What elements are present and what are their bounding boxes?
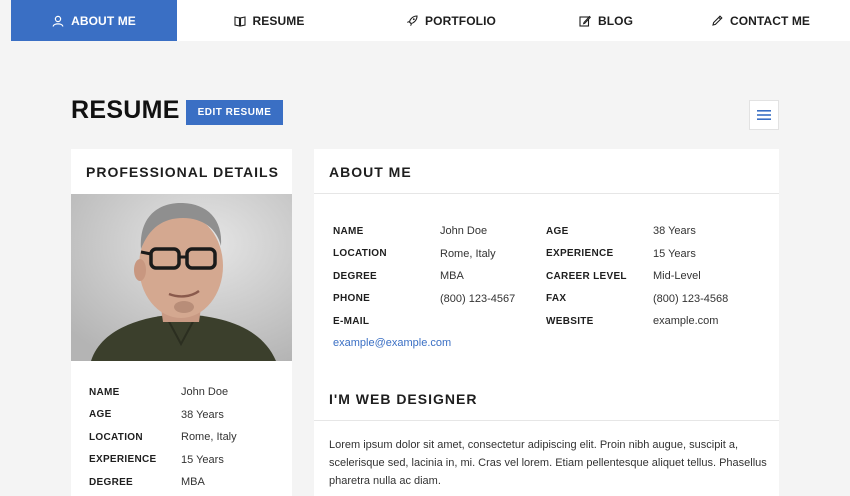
nav-item-portfolio[interactable]: PORTFOLIO <box>361 0 541 41</box>
detail-value: Mid-Level <box>653 270 701 283</box>
list-item: PHONE (800) 123-4567 <box>333 288 515 311</box>
nav-label: BLOG <box>597 13 634 28</box>
list-item: DEGREE MBA <box>333 265 515 288</box>
detail-value: John Doe <box>181 386 229 399</box>
divider <box>314 420 779 421</box>
divider <box>314 193 779 194</box>
detail-value: (800) 123-4568 <box>653 292 729 305</box>
detail-key: E-MAIL <box>333 315 370 327</box>
detail-key: NAME <box>89 386 120 398</box>
detail-key: PHONE <box>333 293 371 305</box>
list-item: NAME John Doe <box>89 381 237 404</box>
nav-label: CONTACT ME <box>729 13 811 28</box>
section-subtitle: I'M WEB DESIGNER <box>329 391 478 407</box>
about-text: Lorem ipsum dolor sit amet, consectetur … <box>329 439 767 487</box>
nav-item-contact-me[interactable]: CONTACT ME <box>671 0 850 41</box>
page-title: RESUME <box>71 96 180 124</box>
detail-key: LOCATION <box>333 248 387 260</box>
list-item: AGE 38 Years <box>546 220 728 243</box>
detail-key: AGE <box>89 409 112 421</box>
website-link[interactable]: example.com <box>653 315 718 327</box>
list-item: AGE 38 Years <box>89 404 237 427</box>
hamburger-menu-icon <box>757 110 771 120</box>
list-item: EXPERIENCE 15 Years <box>89 449 237 472</box>
nav-item-blog[interactable]: BLOG <box>541 0 671 41</box>
detail-key: EXPERIENCE <box>89 454 157 466</box>
detail-key: WEBSITE <box>546 315 594 327</box>
book-icon <box>233 15 246 27</box>
rocket-icon <box>407 14 418 26</box>
top-nav: ABOUT ME RESUME PORTFOLIO BLOG CONTACT M… <box>11 0 850 41</box>
detail-value: John Doe <box>440 225 488 238</box>
list-item: EXPERIENCE 15 Years <box>546 243 728 266</box>
detail-value: MBA <box>440 270 464 283</box>
detail-value: Rome, Italy <box>181 431 237 444</box>
about-me-card: ABOUT ME NAME John Doe LOCATION Rome, It… <box>314 149 779 496</box>
detail-value: 38 Years <box>653 225 696 238</box>
list-item: LOCATION Rome, Italy <box>333 243 515 266</box>
detail-key: AGE <box>546 225 569 237</box>
professional-details-list: NAME John Doe AGE 38 Years LOCATION Rome… <box>89 381 237 494</box>
detail-key: EXPERIENCE <box>546 248 614 260</box>
about-details-col-1: NAME John Doe LOCATION Rome, Italy DEGRE… <box>333 220 515 333</box>
detail-value: (800) 123-4567 <box>440 292 516 305</box>
user-icon <box>52 15 64 27</box>
card-title: PROFESSIONAL DETAILS <box>86 164 279 180</box>
professional-details-card: PROFESSIONAL DETAILS NAME John Doe AGE 3… <box>71 149 292 496</box>
detail-value: 15 Years <box>181 453 224 466</box>
nav-item-resume[interactable]: RESUME <box>177 0 361 41</box>
menu-button[interactable] <box>749 100 779 130</box>
list-item: NAME John Doe <box>333 220 515 243</box>
list-item: E-MAIL <box>333 310 515 333</box>
detail-value: 15 Years <box>653 247 696 260</box>
nav-item-about-me[interactable]: ABOUT ME <box>11 0 177 41</box>
email-link[interactable]: example@example.com <box>333 337 451 349</box>
detail-key: DEGREE <box>333 270 378 282</box>
detail-value: MBA <box>181 476 205 489</box>
detail-key: LOCATION <box>89 431 143 443</box>
detail-key: DEGREE <box>89 476 134 488</box>
detail-value: Rome, Italy <box>440 247 496 260</box>
list-item: LOCATION Rome, Italy <box>89 426 237 449</box>
list-item: DEGREE MBA <box>89 471 237 494</box>
detail-key: NAME <box>333 225 364 237</box>
list-item: CAREER LEVEL Mid-Level <box>546 265 728 288</box>
list-item: WEBSITE example.com <box>546 310 728 333</box>
detail-key: FAX <box>546 293 567 305</box>
detail-value: 38 Years <box>181 408 224 421</box>
edit-icon <box>579 15 591 27</box>
edit-resume-button[interactable]: EDIT RESUME <box>186 100 283 125</box>
detail-key: CAREER LEVEL <box>546 270 627 282</box>
nav-label: PORTFOLIO <box>425 13 496 28</box>
about-details-col-2: AGE 38 Years EXPERIENCE 15 Years CAREER … <box>546 220 728 333</box>
card-title: ABOUT ME <box>329 164 412 180</box>
nav-label: ABOUT ME <box>71 13 136 28</box>
list-item: FAX (800) 123-4568 <box>546 288 728 311</box>
profile-photo <box>71 194 292 361</box>
pencil-icon <box>712 14 723 26</box>
nav-label: RESUME <box>252 13 305 28</box>
